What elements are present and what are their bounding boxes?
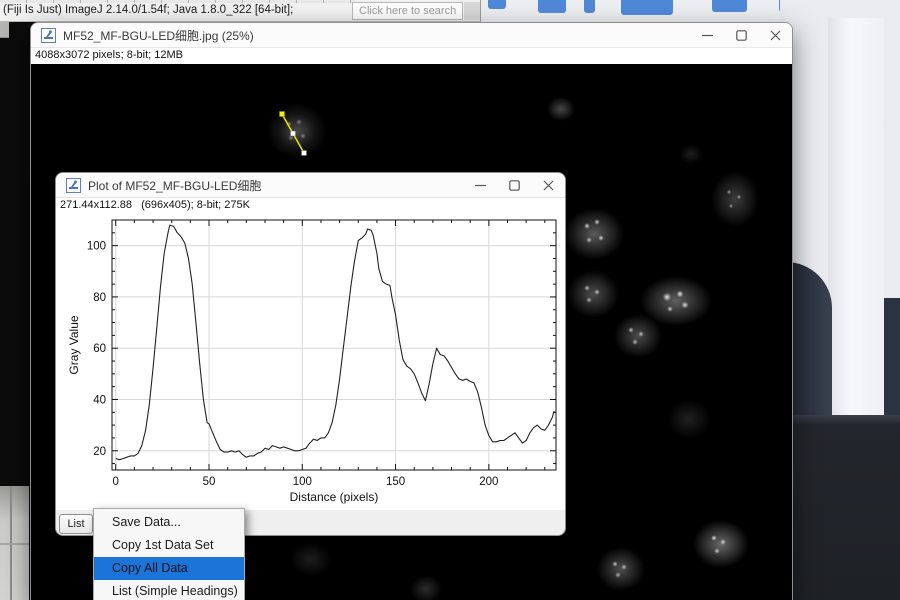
svg-text:0: 0 bbox=[113, 476, 119, 488]
svg-text:Gray Value: Gray Value bbox=[67, 315, 81, 374]
wallpaper-letter-fragment bbox=[584, 0, 595, 13]
close-button[interactable] bbox=[531, 173, 565, 197]
minimize-icon bbox=[702, 30, 713, 41]
list-button[interactable]: List bbox=[59, 514, 93, 534]
svg-text:50: 50 bbox=[203, 476, 216, 488]
image-window-title: MF52_MF-BGU-LED细胞.jpg (25%) bbox=[63, 27, 254, 44]
wallpaper-tile-bottom-left bbox=[0, 486, 29, 600]
svg-text:80: 80 bbox=[93, 292, 106, 304]
minimize-button[interactable] bbox=[690, 23, 724, 47]
plot-window-titlebar[interactable]: Plot of MF52_MF-BGU-LED细胞 bbox=[56, 173, 565, 198]
wallpaper-letter-fragment bbox=[712, 0, 747, 12]
maximize-button[interactable] bbox=[497, 173, 531, 197]
window-controls bbox=[463, 173, 565, 197]
close-button[interactable] bbox=[758, 23, 792, 47]
tile-groove bbox=[0, 543, 29, 545]
roi-handle[interactable] bbox=[280, 112, 285, 117]
svg-text:40: 40 bbox=[93, 394, 106, 406]
svg-text:100: 100 bbox=[293, 476, 312, 488]
plot-status-text: 271.44x112.88 (696x405); 8-bit; 275K bbox=[56, 198, 565, 214]
imagej-icon bbox=[66, 178, 81, 193]
svg-text:150: 150 bbox=[386, 476, 405, 488]
close-icon bbox=[770, 30, 781, 41]
wallpaper-equipment-photo bbox=[780, 0, 900, 600]
wallpaper-letter-fragment bbox=[538, 0, 566, 13]
maximize-button[interactable] bbox=[724, 23, 758, 47]
fiji-status-text: (Fiji Is Just) ImageJ 2.14.0/1.54f; Java… bbox=[3, 4, 293, 16]
wallpaper-letter-fragment bbox=[488, 0, 506, 9]
close-icon bbox=[543, 180, 554, 191]
svg-text:200: 200 bbox=[479, 476, 498, 488]
plot-window-title: Plot of MF52_MF-BGU-LED细胞 bbox=[88, 177, 261, 194]
wallpaper-letter-fragment bbox=[621, 0, 673, 15]
data-popup-menu: Save Data... Copy 1st Data Set Copy All … bbox=[93, 508, 245, 600]
image-info-text: 4088x3072 pixels; 8-bit; 12MB bbox=[31, 48, 792, 64]
window-controls bbox=[690, 23, 792, 47]
profile-plot: 0 50 100 150 200 20 40 60 80 100 Distance (pixels)… bbox=[56, 214, 565, 510]
svg-text:20: 20 bbox=[93, 446, 106, 458]
roi-handle[interactable] bbox=[291, 131, 296, 136]
svg-text:100: 100 bbox=[87, 241, 106, 253]
svg-text:60: 60 bbox=[93, 343, 106, 355]
menu-item-copy-all-data[interactable]: Copy All Data bbox=[94, 557, 244, 580]
maximize-icon bbox=[736, 30, 747, 41]
menu-item-list-simple-headings[interactable]: List (Simple Headings) bbox=[94, 580, 244, 600]
image-window-titlebar[interactable]: MF52_MF-BGU-LED细胞.jpg (25%) bbox=[31, 23, 792, 48]
menu-item-save-data[interactable]: Save Data... bbox=[94, 511, 244, 534]
imagej-icon bbox=[41, 28, 56, 43]
fiji-main-window: (Fiji Is Just) ImageJ 2.14.0/1.54f; Java… bbox=[0, 0, 481, 22]
minimize-icon bbox=[475, 180, 486, 191]
svg-text:Distance (pixels): Distance (pixels) bbox=[290, 490, 379, 504]
roi-handle[interactable] bbox=[302, 151, 307, 156]
menu-item-copy-1st-data-set[interactable]: Copy 1st Data Set bbox=[94, 534, 244, 557]
maximize-icon bbox=[509, 180, 520, 191]
minimize-button[interactable] bbox=[463, 173, 497, 197]
plot-window: Plot of MF52_MF-BGU-LED细胞 271.44x112.88 … bbox=[55, 172, 566, 536]
plot-canvas: 0 50 100 150 200 20 40 60 80 100 Distance (pixels)… bbox=[56, 214, 565, 510]
search-input[interactable] bbox=[352, 2, 463, 20]
fiji-window-edge bbox=[464, 2, 480, 20]
screen: (Fiji Is Just) ImageJ 2.14.0/1.54f; Java… bbox=[0, 0, 900, 600]
equipment-pillar bbox=[828, 18, 884, 470]
fiji-toolbar-fragment[interactable] bbox=[0, 0, 355, 3]
equipment-desk bbox=[780, 415, 900, 600]
